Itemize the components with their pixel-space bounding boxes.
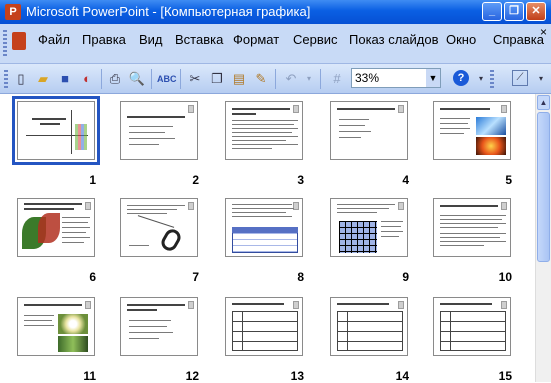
slide-number-4: 4 <box>402 173 409 187</box>
slide-thumbnail-11[interactable] <box>17 297 95 356</box>
toolbar-grip[interactable] <box>4 70 8 88</box>
slide-thumbnail-4[interactable] <box>330 101 408 160</box>
slide-thumbnail-2[interactable] <box>120 101 198 160</box>
menu-slideshow[interactable]: Показ слайдов <box>349 32 439 47</box>
open-icon[interactable]: ▰ <box>34 70 52 88</box>
slide-thumbnail-5[interactable] <box>433 101 511 160</box>
slide-number-5: 5 <box>505 173 512 187</box>
slide-thumbnail-10[interactable] <box>433 198 511 257</box>
slide-number-7: 7 <box>192 270 199 284</box>
menu-window[interactable]: Окно <box>446 32 476 47</box>
print-icon[interactable]: ⎙ <box>106 70 124 88</box>
slide-thumbnail-12[interactable] <box>120 297 198 356</box>
slide-number-11: 11 <box>83 369 96 383</box>
slide-thumbnail-6[interactable] <box>17 198 95 257</box>
menu-format[interactable]: Формат <box>233 32 279 47</box>
save-icon[interactable]: ■ <box>56 70 74 88</box>
slide-number-15: 15 <box>498 369 512 383</box>
slide-number-9: 9 <box>402 270 409 284</box>
cut-icon[interactable]: ✂ <box>186 70 204 88</box>
slide-thumbnail-8[interactable] <box>225 198 303 257</box>
restore-button[interactable]: ❐ <box>504 2 524 21</box>
slide-thumbnail-3[interactable] <box>225 101 303 160</box>
slide-thumbnail-9[interactable] <box>330 198 408 257</box>
undo-dropdown-icon[interactable]: ▾ <box>300 70 318 88</box>
copy-icon[interactable]: ❐ <box>208 70 226 88</box>
chevron-down-icon[interactable]: ▼ <box>426 69 440 87</box>
menu-bar: Файл Правка Вид Вставка Формат Сервис По… <box>0 24 551 64</box>
print-preview-icon[interactable]: 🔍 <box>128 70 146 88</box>
menu-grip[interactable] <box>3 30 7 56</box>
slide-number-1: 1 <box>89 173 96 187</box>
slide-number-3: 3 <box>297 173 304 187</box>
menu-file[interactable]: Файл <box>38 32 70 47</box>
help-icon[interactable]: ? <box>453 70 469 86</box>
slide-thumbnail-14[interactable] <box>330 297 408 356</box>
menu-close-icon[interactable]: × <box>540 25 547 39</box>
powerpoint-icon[interactable]: P <box>5 4 21 20</box>
document-icon[interactable] <box>12 32 26 50</box>
slide-number-2: 2 <box>192 173 199 187</box>
slide-thumbnail-7[interactable] <box>120 198 198 257</box>
paste-icon[interactable]: ▤ <box>230 70 248 88</box>
menu-view[interactable]: Вид <box>139 32 163 47</box>
menu-insert[interactable]: Вставка <box>175 32 223 47</box>
slide-number-10: 10 <box>498 270 512 284</box>
menu-tools[interactable]: Сервис <box>293 32 338 47</box>
slide-number-8: 8 <box>297 270 304 284</box>
menu-help[interactable]: Справка <box>493 32 544 47</box>
window-title: Microsoft PowerPoint - [Компьютерная гра… <box>26 4 311 19</box>
toolbar-separator <box>101 69 102 89</box>
slide-number-12: 12 <box>185 369 199 383</box>
design-icon[interactable]: ⟋ <box>512 70 528 86</box>
toolbar-separator <box>180 69 181 89</box>
toolbar-separator <box>320 69 321 89</box>
slide-number-13: 13 <box>290 369 304 383</box>
slide-number-6: 6 <box>89 270 96 284</box>
table-grid-icon[interactable]: # <box>328 70 346 88</box>
toolbar-options-icon[interactable]: ▾ <box>532 70 550 88</box>
minimize-button[interactable]: _ <box>482 2 502 21</box>
zoom-dropdown[interactable]: 33% ▼ <box>351 68 441 88</box>
permission-icon[interactable]: ◐ <box>78 70 96 88</box>
standard-toolbar: ▯ ▰ ■ ◐ ⎙ 🔍 ABC ✂ ❐ ▤ ✎ ↶ ▾ # 33% ▼ ? ▾ … <box>0 64 551 94</box>
vertical-scrollbar[interactable]: ▲ <box>535 94 551 382</box>
title-bar: P Microsoft PowerPoint - [Компьютерная г… <box>0 0 551 24</box>
slide-thumbnail-15[interactable] <box>433 297 511 356</box>
close-button[interactable]: ✕ <box>526 2 546 21</box>
toolbar-grip[interactable] <box>490 70 494 88</box>
menu-edit[interactable]: Правка <box>82 32 126 47</box>
toolbar-separator <box>275 69 276 89</box>
toolbar-separator <box>151 69 152 89</box>
new-icon[interactable]: ▯ <box>12 70 30 88</box>
slide-number-14: 14 <box>395 369 409 383</box>
undo-icon[interactable]: ↶ <box>282 70 300 88</box>
scroll-up-icon[interactable]: ▲ <box>537 95 550 110</box>
scrollbar-thumb[interactable] <box>537 112 550 262</box>
slide-thumbnail-13[interactable] <box>225 297 303 356</box>
spelling-icon[interactable]: ABC <box>157 70 177 88</box>
format-painter-icon[interactable]: ✎ <box>252 70 270 88</box>
toolbar-options-icon[interactable]: ▾ <box>472 70 490 88</box>
zoom-value: 33% <box>355 71 380 85</box>
slide-thumbnail-1[interactable] <box>12 96 100 165</box>
slide-sorter: 1 2 3 4 5 6 7 8 9 10 11 12 13 14 15 <box>0 94 535 383</box>
